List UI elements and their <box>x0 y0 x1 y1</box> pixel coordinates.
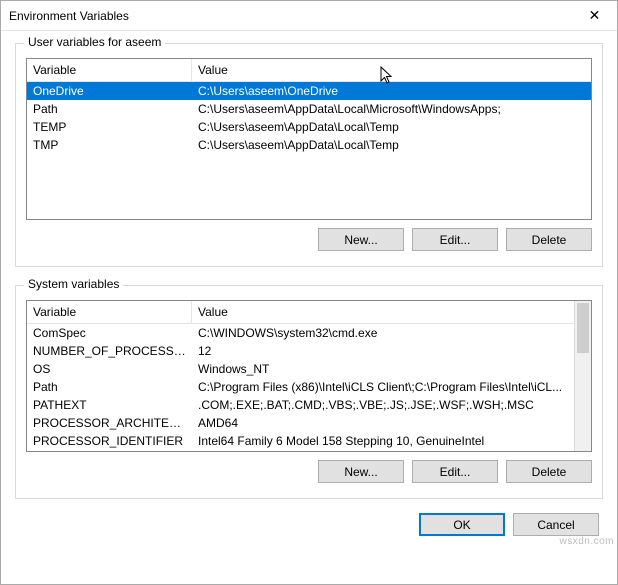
system-buttons-row: New... Edit... Delete <box>26 460 592 483</box>
table-row[interactable]: PROCESSOR_IDENTIFIERIntel64 Family 6 Mod… <box>27 432 574 450</box>
user-buttons-row: New... Edit... Delete <box>26 228 592 251</box>
table-row[interactable]: PATHEXT.COM;.EXE;.BAT;.CMD;.VBS;.VBE;.JS… <box>27 396 574 414</box>
scrollbar-thumb[interactable] <box>577 303 589 353</box>
cell-value: Intel64 Family 6 Model 158 Stepping 10, … <box>192 432 574 450</box>
titlebar[interactable]: Environment Variables ✕ <box>1 1 617 31</box>
table-row[interactable]: TMPC:\Users\aseem\AppData\Local\Temp <box>27 136 591 154</box>
window-title: Environment Variables <box>9 9 572 23</box>
cell-variable: TMP <box>27 136 192 154</box>
system-col-value[interactable]: Value <box>192 301 574 323</box>
system-list-header[interactable]: Variable Value <box>27 301 574 324</box>
close-icon: ✕ <box>589 7 601 24</box>
table-row[interactable]: PathC:\Program Files (x86)\Intel\iCLS Cl… <box>27 378 574 396</box>
watermark: wsxdn.com <box>559 536 614 547</box>
cell-variable: ComSpec <box>27 324 192 342</box>
system-edit-button[interactable]: Edit... <box>412 460 498 483</box>
ok-button[interactable]: OK <box>419 513 505 536</box>
user-variables-group: User variables for aseem Variable Value … <box>15 43 603 267</box>
cell-variable: PROCESSOR_ARCHITECTURE <box>27 414 192 432</box>
table-row[interactable]: OSWindows_NT <box>27 360 574 378</box>
cell-variable: Path <box>27 100 192 118</box>
cell-variable: OneDrive <box>27 82 192 100</box>
system-list-body: ComSpecC:\WINDOWS\system32\cmd.exeNUMBER… <box>27 324 574 450</box>
table-row[interactable]: ComSpecC:\WINDOWS\system32\cmd.exe <box>27 324 574 342</box>
cell-value: Windows_NT <box>192 360 574 378</box>
cell-value: C:\Users\aseem\OneDrive <box>192 82 591 100</box>
system-variables-legend: System variables <box>24 277 123 291</box>
system-scrollbar[interactable] <box>574 301 591 451</box>
user-col-variable[interactable]: Variable <box>27 59 192 81</box>
client-area: User variables for aseem Variable Value … <box>1 31 617 584</box>
environment-variables-dialog: Environment Variables ✕ User variables f… <box>0 0 618 585</box>
system-new-button[interactable]: New... <box>318 460 404 483</box>
user-edit-button[interactable]: Edit... <box>412 228 498 251</box>
system-delete-button[interactable]: Delete <box>506 460 592 483</box>
close-button[interactable]: ✕ <box>572 1 617 31</box>
user-delete-button[interactable]: Delete <box>506 228 592 251</box>
table-row[interactable]: TEMPC:\Users\aseem\AppData\Local\Temp <box>27 118 591 136</box>
cell-value: C:\Users\aseem\AppData\Local\Temp <box>192 136 591 154</box>
user-new-button[interactable]: New... <box>318 228 404 251</box>
table-row[interactable]: OneDriveC:\Users\aseem\OneDrive <box>27 82 591 100</box>
cell-variable: OS <box>27 360 192 378</box>
cell-value: C:\Program Files (x86)\Intel\iCLS Client… <box>192 378 574 396</box>
cell-value: .COM;.EXE;.BAT;.CMD;.VBS;.VBE;.JS;.JSE;.… <box>192 396 574 414</box>
cell-variable: TEMP <box>27 118 192 136</box>
user-list-header[interactable]: Variable Value <box>27 59 591 82</box>
table-row[interactable]: PROCESSOR_ARCHITECTUREAMD64 <box>27 414 574 432</box>
system-variables-group: System variables Variable Value ComSpecC… <box>15 285 603 499</box>
user-variables-list[interactable]: Variable Value OneDriveC:\Users\aseem\On… <box>26 58 592 220</box>
cell-value: 12 <box>192 342 574 360</box>
user-list-body: OneDriveC:\Users\aseem\OneDrivePathC:\Us… <box>27 82 591 154</box>
cell-variable: Path <box>27 378 192 396</box>
user-variables-legend: User variables for aseem <box>24 35 165 49</box>
cancel-button[interactable]: Cancel <box>513 513 599 536</box>
cell-variable: NUMBER_OF_PROCESSORS <box>27 342 192 360</box>
cell-variable: PATHEXT <box>27 396 192 414</box>
system-variables-list[interactable]: Variable Value ComSpecC:\WINDOWS\system3… <box>26 300 592 452</box>
system-col-variable[interactable]: Variable <box>27 301 192 323</box>
table-row[interactable]: NUMBER_OF_PROCESSORS12 <box>27 342 574 360</box>
cell-value: C:\WINDOWS\system32\cmd.exe <box>192 324 574 342</box>
cell-value: C:\Users\aseem\AppData\Local\Temp <box>192 118 591 136</box>
user-col-value[interactable]: Value <box>192 59 591 81</box>
cell-value: AMD64 <box>192 414 574 432</box>
table-row[interactable]: PathC:\Users\aseem\AppData\Local\Microso… <box>27 100 591 118</box>
cell-value: C:\Users\aseem\AppData\Local\Microsoft\W… <box>192 100 591 118</box>
dialog-buttons: OK Cancel <box>15 507 603 536</box>
cell-variable: PROCESSOR_IDENTIFIER <box>27 432 192 450</box>
